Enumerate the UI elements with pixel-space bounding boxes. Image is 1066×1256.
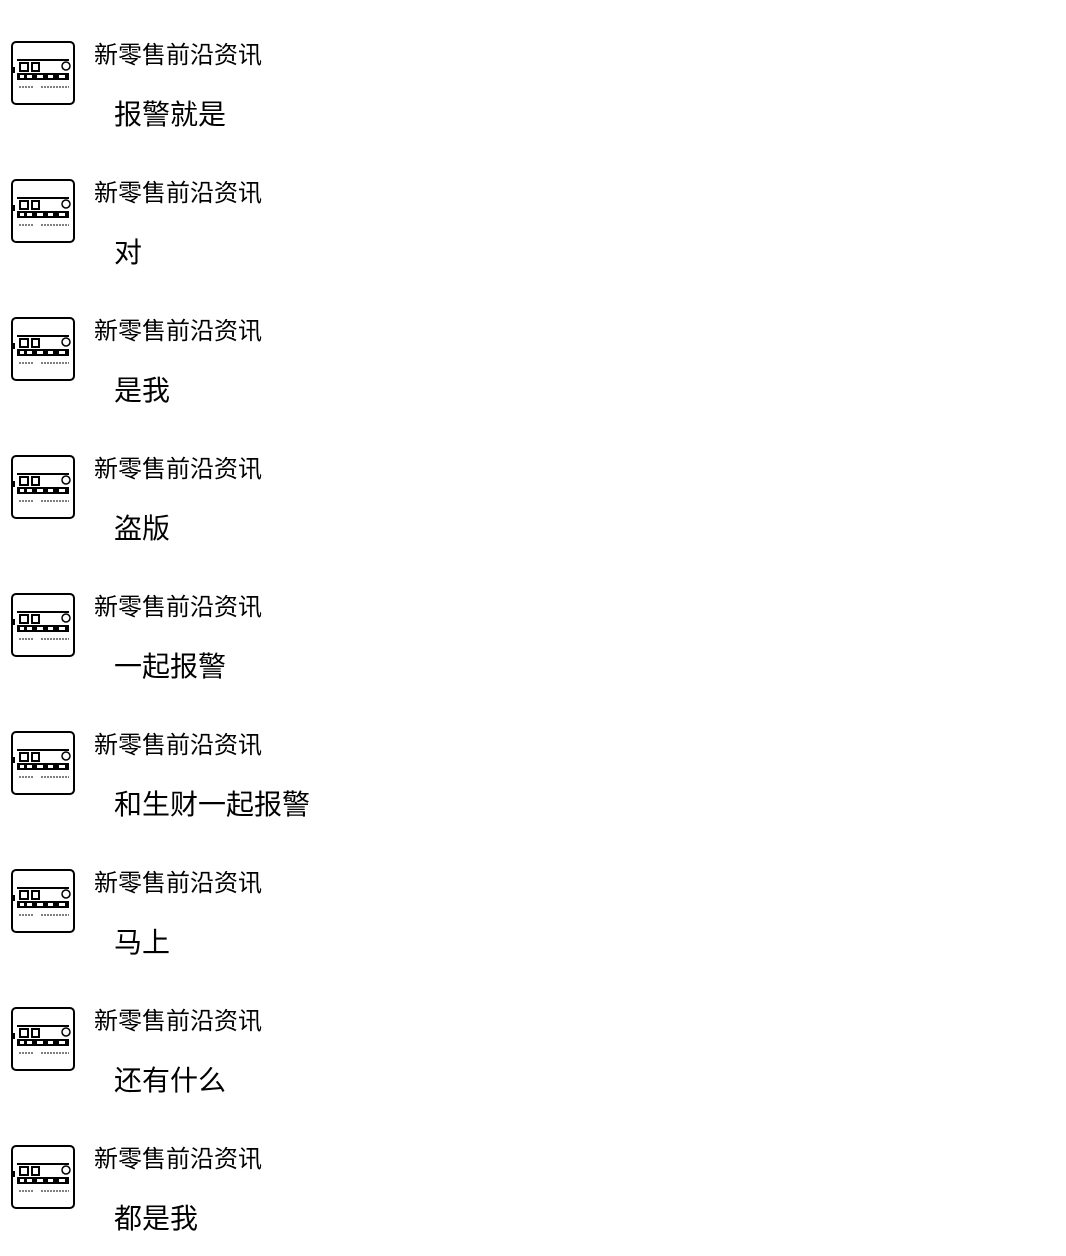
brand-logo-icon: [13, 1025, 71, 1054]
message-text[interactable]: 马上: [114, 923, 170, 963]
sender-name: 新零售前沿资讯: [94, 1145, 262, 1173]
brand-logo-icon: [13, 473, 71, 502]
brand-logo-icon: [13, 749, 71, 778]
chat-message-list[interactable]: 新零售前沿资讯 报警就是 新零售前沿资讯 对 新零售前沿资讯 是我 新零售前沿资…: [0, 0, 1066, 1256]
avatar[interactable]: [11, 179, 75, 243]
chat-message: 新零售前沿资讯 盗版: [0, 414, 1066, 552]
message-text[interactable]: 盗版: [114, 509, 170, 549]
brand-logo-icon: [13, 197, 71, 226]
sender-name: 新零售前沿资讯: [94, 455, 262, 483]
chat-message: 新零售前沿资讯 和生财一起报警: [0, 690, 1066, 828]
sender-name: 新零售前沿资讯: [94, 179, 262, 207]
message-text[interactable]: 是我: [114, 371, 170, 411]
avatar[interactable]: [11, 1145, 75, 1209]
avatar[interactable]: [11, 593, 75, 657]
avatar[interactable]: [11, 455, 75, 519]
chat-message: 新零售前沿资讯 马上: [0, 828, 1066, 966]
brand-logo-icon: [13, 335, 71, 364]
brand-logo-icon: [13, 1163, 71, 1192]
message-text[interactable]: 对: [114, 233, 142, 273]
chat-message: 新零售前沿资讯 一起报警: [0, 552, 1066, 690]
sender-name: 新零售前沿资讯: [94, 593, 262, 621]
chat-message: 新零售前沿资讯 都是我: [0, 1104, 1066, 1242]
sender-name: 新零售前沿资讯: [94, 731, 262, 759]
chat-message: 新零售前沿资讯 对: [0, 138, 1066, 276]
sender-name: 新零售前沿资讯: [94, 317, 262, 345]
chat-message: 新零售前沿资讯 报警就是: [0, 0, 1066, 138]
avatar[interactable]: [11, 41, 75, 105]
sender-name: 新零售前沿资讯: [94, 41, 262, 69]
message-text[interactable]: 还有什么: [114, 1061, 226, 1101]
sender-name: 新零售前沿资讯: [94, 869, 262, 897]
message-text[interactable]: 都是我: [114, 1199, 198, 1239]
brand-logo-icon: [13, 59, 71, 88]
message-text[interactable]: 一起报警: [114, 647, 226, 687]
message-text[interactable]: 和生财一起报警: [114, 785, 310, 825]
chat-message: 新零售前沿资讯 是我: [0, 276, 1066, 414]
chat-message: 新零售前沿资讯 还有什么: [0, 966, 1066, 1104]
brand-logo-icon: [13, 611, 71, 640]
avatar[interactable]: [11, 869, 75, 933]
sender-name: 新零售前沿资讯: [94, 1007, 262, 1035]
avatar[interactable]: [11, 1007, 75, 1071]
brand-logo-icon: [13, 887, 71, 916]
message-text[interactable]: 报警就是: [114, 95, 226, 135]
avatar[interactable]: [11, 317, 75, 381]
avatar[interactable]: [11, 731, 75, 795]
